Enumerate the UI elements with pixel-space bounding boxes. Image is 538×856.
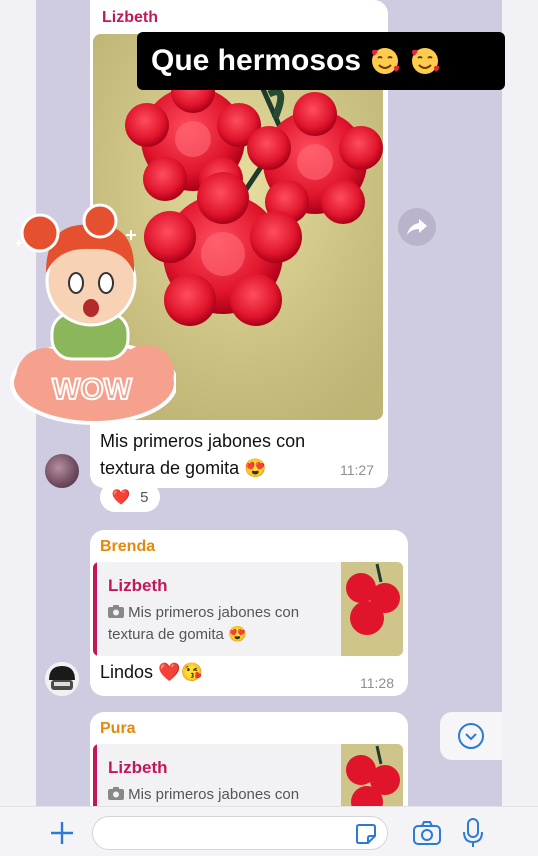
message-text-field[interactable] [105, 824, 345, 841]
quoted-thumbnail [341, 562, 403, 656]
sticker-icon[interactable] [355, 823, 377, 845]
message-input[interactable] [92, 816, 388, 850]
quoted-sender: Lizbeth [108, 576, 168, 595]
quote-bar [93, 562, 97, 656]
chevron-down-icon [458, 723, 484, 749]
sticker-text: WOW [52, 373, 133, 406]
avatar[interactable] [45, 662, 79, 696]
sender-name[interactable]: Lizbeth [102, 9, 158, 27]
message-bubble[interactable]: Brenda Lizbeth Mis primeros jabones con … [90, 530, 408, 696]
smiling-face-with-hearts-icon [372, 48, 400, 74]
reaction-badge[interactable]: ❤️ 5 [100, 482, 160, 512]
message-text: Lindos ❤️😘 [100, 662, 203, 682]
avatar[interactable] [45, 454, 79, 488]
microphone-icon[interactable] [462, 817, 484, 849]
sender-name[interactable]: Brenda [100, 538, 155, 556]
message-time: 11:28 [360, 675, 394, 691]
forward-icon [407, 219, 427, 235]
sender-name[interactable]: Pura [100, 720, 136, 738]
scroll-to-bottom-button[interactable] [440, 712, 502, 760]
heart-icon: ❤️ [111, 489, 131, 506]
camera-icon[interactable] [412, 819, 442, 847]
forward-button[interactable] [398, 208, 436, 246]
photo-icon [108, 605, 124, 618]
wow-sticker[interactable]: WOW [6, 203, 178, 425]
smiling-face-with-hearts-icon [412, 48, 440, 74]
story-text: Que hermosos [151, 44, 362, 77]
message-input-bar [0, 806, 538, 856]
quoted-text: Mis primeros jabones con textura de gomi… [108, 604, 300, 643]
quoted-sender: Lizbeth [108, 758, 168, 777]
reaction-count: 5 [140, 488, 149, 506]
message-caption: Mis primeros jabones con textura de gomi… [100, 431, 306, 478]
photo-icon [108, 787, 124, 800]
quoted-text: Mis primeros jabones con [108, 784, 328, 806]
plus-icon[interactable] [48, 819, 76, 847]
message-time: 11:27 [340, 462, 374, 478]
quoted-message[interactable]: Lizbeth Mis primeros jabones con textura… [93, 562, 403, 656]
story-overlay-text: Que hermosos [137, 32, 505, 90]
